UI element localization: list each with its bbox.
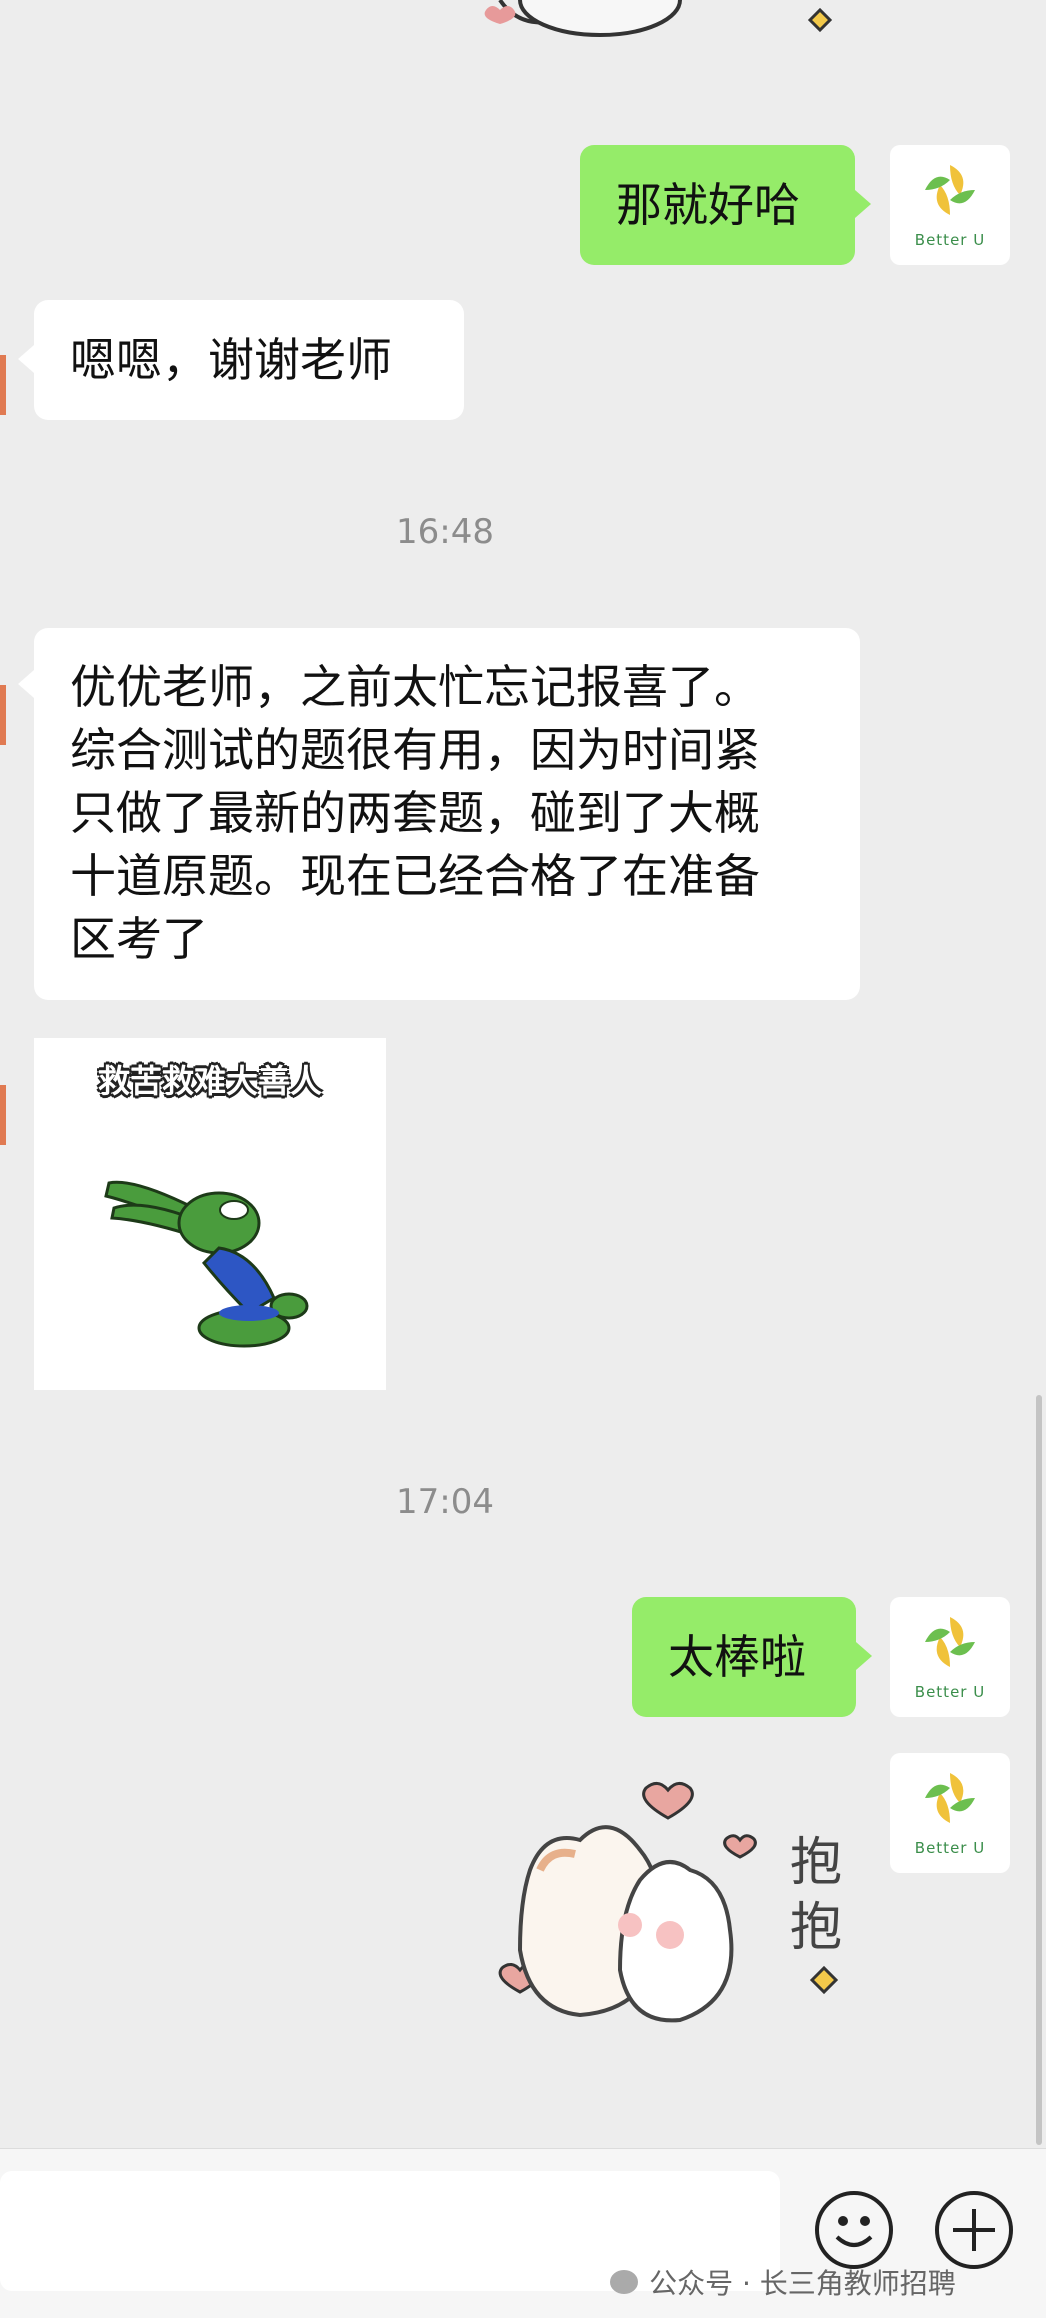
message-line: 只做了最新的两套题，碰到了大概 [70, 786, 760, 840]
incoming-message[interactable]: 嗯嗯，谢谢老师 [34, 300, 464, 420]
wechat-icon [610, 2270, 638, 2294]
hug-text-2: 抱 [790, 1898, 842, 1958]
message-line: 综合测试的题很有用，因为时间紧 [70, 723, 760, 777]
scrollbar[interactable] [1036, 1395, 1042, 2145]
outgoing-message[interactable]: 那就好哈 [580, 145, 855, 265]
better-u-logo-icon [925, 1617, 975, 1667]
frog-sticker[interactable]: 救苦救难大善人 [34, 1038, 386, 1390]
message-text: 嗯嗯，谢谢老师 [70, 333, 392, 387]
more-button[interactable] [935, 2191, 1013, 2269]
bubble-tail [18, 345, 34, 373]
timestamp: 17:04 [396, 1482, 494, 1522]
hugging-bunnies-icon: 抱 抱 [498, 1782, 842, 2023]
bubble-tail [856, 1642, 872, 1670]
message-text: 太棒啦 [668, 1630, 806, 1684]
bunny-sticker-fragment-icon [484, 0, 833, 37]
hug-text-1: 抱 [790, 1833, 842, 1893]
plus-icon [953, 2209, 995, 2251]
watermark-text: 公众号 · 长三角教师招聘 [649, 2267, 956, 2300]
outgoing-message[interactable]: 太棒啦 [632, 1597, 856, 1717]
avatar[interactable]: Better U [890, 1753, 1010, 1873]
message-line: 区考了 [70, 912, 208, 966]
watermark: 公众号 · 长三角教师招聘 [610, 2262, 956, 2302]
message-line: 十道原题。现在已经合格了在准备 [70, 849, 760, 903]
smiley-icon [835, 2216, 873, 2247]
avatar-brand-text: Better U [914, 1683, 986, 1701]
avatar-edge [0, 355, 6, 415]
avatar[interactable]: Better U [890, 1597, 1010, 1717]
bubble-tail [18, 670, 34, 698]
avatar-edge [0, 685, 6, 745]
avatar-edge [0, 1085, 6, 1145]
avatar-brand-text: Better U [914, 231, 986, 249]
avatar[interactable]: Better U [890, 145, 1010, 265]
hug-sticker[interactable]: 抱 抱 [490, 1770, 870, 2060]
better-u-logo-icon [925, 1773, 975, 1823]
incoming-message-long[interactable]: 优优老师，之前太忙忘记报喜了。 综合测试的题很有用，因为时间紧 只做了最新的两套… [34, 628, 860, 1000]
sticker-partial-top[interactable] [480, 0, 840, 60]
emoji-button[interactable] [815, 2191, 893, 2269]
sticker-caption: 救苦救难大善人 [97, 1062, 322, 1100]
message-text: 那就好哈 [616, 178, 800, 232]
better-u-logo-icon [925, 165, 975, 215]
message-line: 优优老师，之前太忙忘记报喜了。 [70, 660, 760, 714]
timestamp: 16:48 [396, 512, 494, 552]
avatar-brand-text: Better U [914, 1839, 986, 1857]
bubble-tail [855, 190, 871, 218]
